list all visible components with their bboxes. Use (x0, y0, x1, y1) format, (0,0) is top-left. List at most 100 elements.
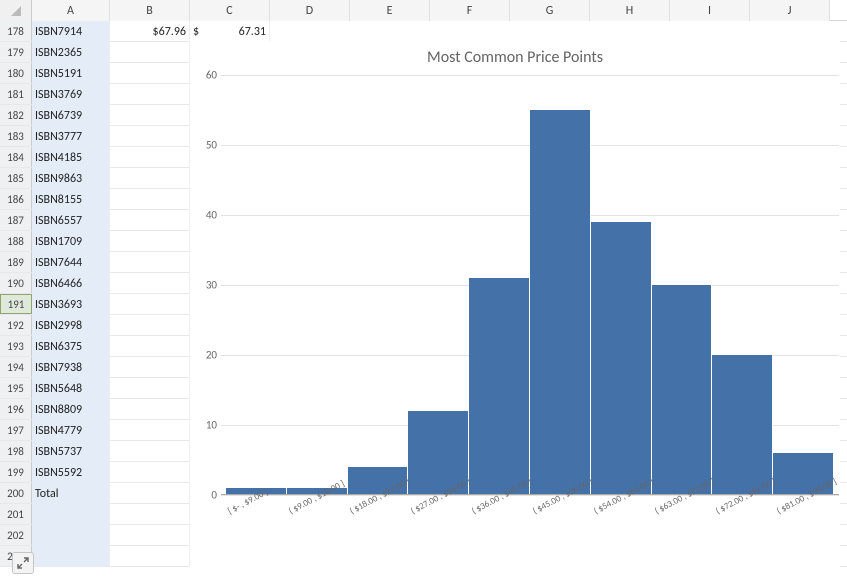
cell-A196[interactable]: ISBN8809 (32, 399, 110, 420)
cell-A185[interactable]: ISBN9863 (32, 168, 110, 189)
cell-B189[interactable] (110, 252, 190, 273)
cell-A187[interactable]: ISBN6557 (32, 210, 110, 231)
row-header-196[interactable]: 196 (0, 399, 32, 419)
col-header-G[interactable]: G (510, 0, 590, 21)
col-header-B[interactable]: B (110, 0, 190, 21)
cell-A183[interactable]: ISBN3777 (32, 126, 110, 147)
col-header-F[interactable]: F (430, 0, 510, 21)
cell-B195[interactable] (110, 378, 190, 399)
cell-A179[interactable]: ISBN2365 (32, 42, 110, 63)
chart-bar-8[interactable] (712, 355, 773, 495)
row-header-187[interactable]: 187 (0, 210, 32, 230)
cell-B185[interactable] (110, 168, 190, 189)
cell-A202[interactable] (32, 525, 110, 546)
cell-A182[interactable]: ISBN6739 (32, 105, 110, 126)
chart-bar-5[interactable] (530, 110, 591, 495)
expand-icon[interactable] (12, 552, 34, 574)
row-header-190[interactable]: 190 (0, 273, 32, 293)
cell-B200[interactable] (110, 483, 190, 504)
row-header-198[interactable]: 198 (0, 441, 32, 461)
row-header-186[interactable]: 186 (0, 189, 32, 209)
cell-A194[interactable]: ISBN7938 (32, 357, 110, 378)
cell-B184[interactable] (110, 147, 190, 168)
row-header-192[interactable]: 192 (0, 315, 32, 335)
chart-container[interactable]: Most Common Price Points 0102030405060 [… (190, 41, 840, 581)
cell-A190[interactable]: ISBN6466 (32, 273, 110, 294)
cell-B180[interactable] (110, 63, 190, 84)
col-header-E[interactable]: E (350, 0, 430, 21)
select-all-corner[interactable] (0, 0, 32, 21)
chart-plot-area[interactable]: 0102030405060 (221, 75, 839, 495)
row-header-193[interactable]: 193 (0, 336, 32, 356)
cell-B193[interactable] (110, 336, 190, 357)
row-header-184[interactable]: 184 (0, 147, 32, 167)
cell-A178[interactable]: ISBN7914 (32, 21, 110, 42)
cell-A180[interactable]: ISBN5191 (32, 63, 110, 84)
row-header-178[interactable]: 178 (0, 21, 32, 41)
row-header-195[interactable]: 195 (0, 378, 32, 398)
col-header-H[interactable]: H (590, 0, 670, 21)
col-header-J[interactable]: J (750, 0, 830, 21)
row-header-183[interactable]: 183 (0, 126, 32, 146)
row-header-180[interactable]: 180 (0, 63, 32, 83)
chart-title: Most Common Price Points (191, 48, 839, 67)
cell-B196[interactable] (110, 399, 190, 420)
cell-B181[interactable] (110, 84, 190, 105)
column-headers: ABCDEFGHIJ (0, 0, 847, 21)
cell-A193[interactable]: ISBN6375 (32, 336, 110, 357)
row-header-200[interactable]: 200 (0, 483, 32, 503)
row-header-182[interactable]: 182 (0, 105, 32, 125)
cell-A199[interactable]: ISBN5592 (32, 462, 110, 483)
cell-B186[interactable] (110, 189, 190, 210)
row-header-199[interactable]: 199 (0, 462, 32, 482)
cell-A195[interactable]: ISBN5648 (32, 378, 110, 399)
row-header-191[interactable]: 191 (0, 294, 32, 314)
chart-bar-4[interactable] (469, 278, 530, 495)
cell-A181[interactable]: ISBN3769 (32, 84, 110, 105)
cell-A192[interactable]: ISBN2998 (32, 315, 110, 336)
chart-bar-7[interactable] (652, 285, 713, 495)
cell-B188[interactable] (110, 231, 190, 252)
cell-B192[interactable] (110, 315, 190, 336)
row-header-181[interactable]: 181 (0, 84, 32, 104)
cell-A184[interactable]: ISBN4185 (32, 147, 110, 168)
cell-B179[interactable] (110, 42, 190, 63)
chart-bar-6[interactable] (591, 222, 652, 495)
cell-B203[interactable] (110, 546, 190, 567)
row-header-189[interactable]: 189 (0, 252, 32, 272)
cell-B201[interactable] (110, 504, 190, 525)
cell-B182[interactable] (110, 105, 190, 126)
row-header-179[interactable]: 179 (0, 42, 32, 62)
row-header-197[interactable]: 197 (0, 420, 32, 440)
row-header-188[interactable]: 188 (0, 231, 32, 251)
cell-B191[interactable] (110, 294, 190, 315)
cell-B198[interactable] (110, 441, 190, 462)
cell-B199[interactable] (110, 462, 190, 483)
cell-B202[interactable] (110, 525, 190, 546)
cell-B197[interactable] (110, 420, 190, 441)
cell-A198[interactable]: ISBN5737 (32, 441, 110, 462)
cell-A191[interactable]: ISBN3693 (32, 294, 110, 315)
col-header-C[interactable]: C (190, 0, 270, 21)
col-header-D[interactable]: D (270, 0, 350, 21)
cell-C178[interactable]: $67.31 (190, 21, 270, 42)
cell-A201[interactable] (32, 504, 110, 525)
cell-B178[interactable]: $67.96 (110, 21, 190, 42)
cell-A186[interactable]: ISBN8155 (32, 189, 110, 210)
cell-A200[interactable]: Total (32, 483, 110, 504)
cell-A197[interactable]: ISBN4779 (32, 420, 110, 441)
cell-B190[interactable] (110, 273, 190, 294)
cell-A203[interactable] (32, 546, 110, 567)
col-header-A[interactable]: A (32, 0, 110, 21)
cell-A189[interactable]: ISBN7644 (32, 252, 110, 273)
row-header-202[interactable]: 202 (0, 525, 32, 545)
cell-B194[interactable] (110, 357, 190, 378)
cell-A188[interactable]: ISBN1709 (32, 231, 110, 252)
cell-B183[interactable] (110, 126, 190, 147)
col-header-I[interactable]: I (670, 0, 750, 21)
row-header-194[interactable]: 194 (0, 357, 32, 377)
row-header-185[interactable]: 185 (0, 168, 32, 188)
chart-bars[interactable] (221, 75, 839, 495)
cell-B187[interactable] (110, 210, 190, 231)
row-header-201[interactable]: 201 (0, 504, 32, 524)
